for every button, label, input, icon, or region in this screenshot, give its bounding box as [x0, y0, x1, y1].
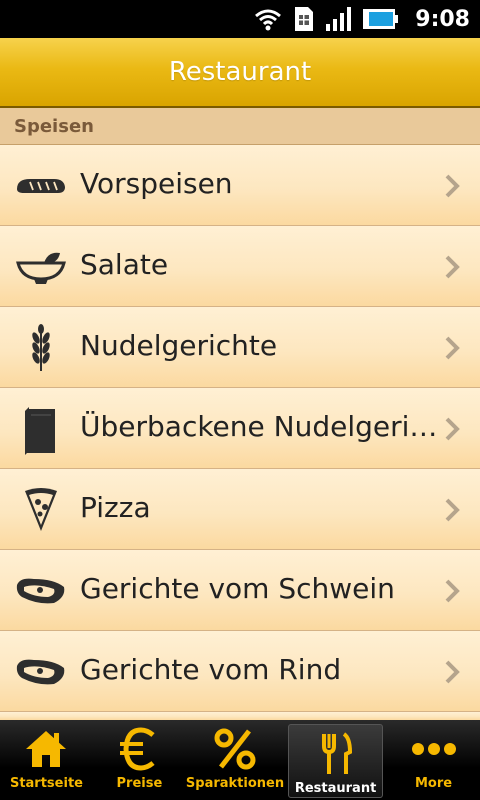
list-item-label: Überbackene Nudelgeri…: [80, 410, 438, 443]
section-header: Speisen: [0, 108, 480, 145]
signal-icon: [326, 7, 352, 31]
list-item-label: Gerichte vom Schwein: [80, 572, 395, 605]
tab-restaurant[interactable]: Restaurant: [288, 724, 384, 798]
fork-knife-icon: [312, 731, 360, 777]
sim-card-icon: [295, 7, 314, 31]
section-title: Speisen: [14, 116, 94, 137]
bread-icon: [14, 161, 68, 211]
tab-more[interactable]: More: [387, 720, 480, 800]
chevron-right-icon: [445, 660, 460, 684]
tab-label: Restaurant: [294, 781, 377, 796]
tab-sparaktionen[interactable]: Sparaktionen: [186, 720, 284, 800]
bottom-tab-bar: Startseite Preise Sparaktionen Restauran…: [0, 720, 480, 800]
tab-startseite[interactable]: Startseite: [0, 720, 93, 800]
home-icon: [22, 726, 70, 772]
tab-preise[interactable]: Preise: [93, 720, 186, 800]
list-item-label: Gerichte vom Rind: [80, 653, 342, 686]
tab-label: Preise: [116, 776, 163, 791]
list-item-partial: [0, 712, 480, 720]
pizza-slice-icon: [14, 485, 68, 535]
steak-icon: [14, 647, 68, 697]
wifi-icon: [255, 9, 282, 31]
salad-bowl-icon: [14, 242, 68, 292]
menu-list[interactable]: Vorspeisen Salate Nudelgerichte Überback…: [0, 145, 480, 720]
list-item-gerichte-vom-rind[interactable]: Gerichte vom Rind: [0, 631, 480, 712]
chevron-right-icon: [445, 174, 460, 198]
more-dots-icon: [410, 726, 458, 772]
list-item-ueberbackene-nudelgerichte[interactable]: Überbackene Nudelgeri…: [0, 388, 480, 469]
tab-label: Sparaktionen: [185, 776, 285, 791]
chevron-right-icon: [445, 255, 460, 279]
percent-icon: [211, 726, 259, 772]
chevron-right-icon: [445, 498, 460, 522]
page-title: Restaurant: [168, 57, 312, 87]
list-item-gerichte-vom-schwein[interactable]: Gerichte vom Schwein: [0, 550, 480, 631]
list-item-label: Vorspeisen: [80, 167, 233, 200]
list-item-vorspeisen[interactable]: Vorspeisen: [0, 145, 480, 226]
tab-label: More: [414, 776, 453, 791]
battery-icon: [363, 9, 399, 29]
list-item-label: Nudelgerichte: [80, 329, 278, 362]
wheat-icon: [14, 323, 68, 373]
euro-icon: [115, 726, 163, 772]
list-item-label: Pizza: [80, 491, 151, 524]
chevron-right-icon: [445, 336, 460, 360]
title-bar: Restaurant: [0, 38, 480, 108]
lasagna-icon: [14, 404, 68, 455]
chevron-right-icon: [445, 417, 460, 441]
list-item-salate[interactable]: Salate: [0, 226, 480, 307]
list-item-pizza[interactable]: Pizza: [0, 469, 480, 550]
status-bar: 9:08: [0, 0, 480, 38]
chevron-right-icon: [445, 579, 460, 603]
list-item-label: Salate: [80, 248, 169, 281]
status-time: 9:08: [415, 6, 470, 32]
steak-icon: [14, 566, 68, 616]
list-item-nudelgerichte[interactable]: Nudelgerichte: [0, 307, 480, 388]
tab-label: Startseite: [9, 776, 83, 791]
